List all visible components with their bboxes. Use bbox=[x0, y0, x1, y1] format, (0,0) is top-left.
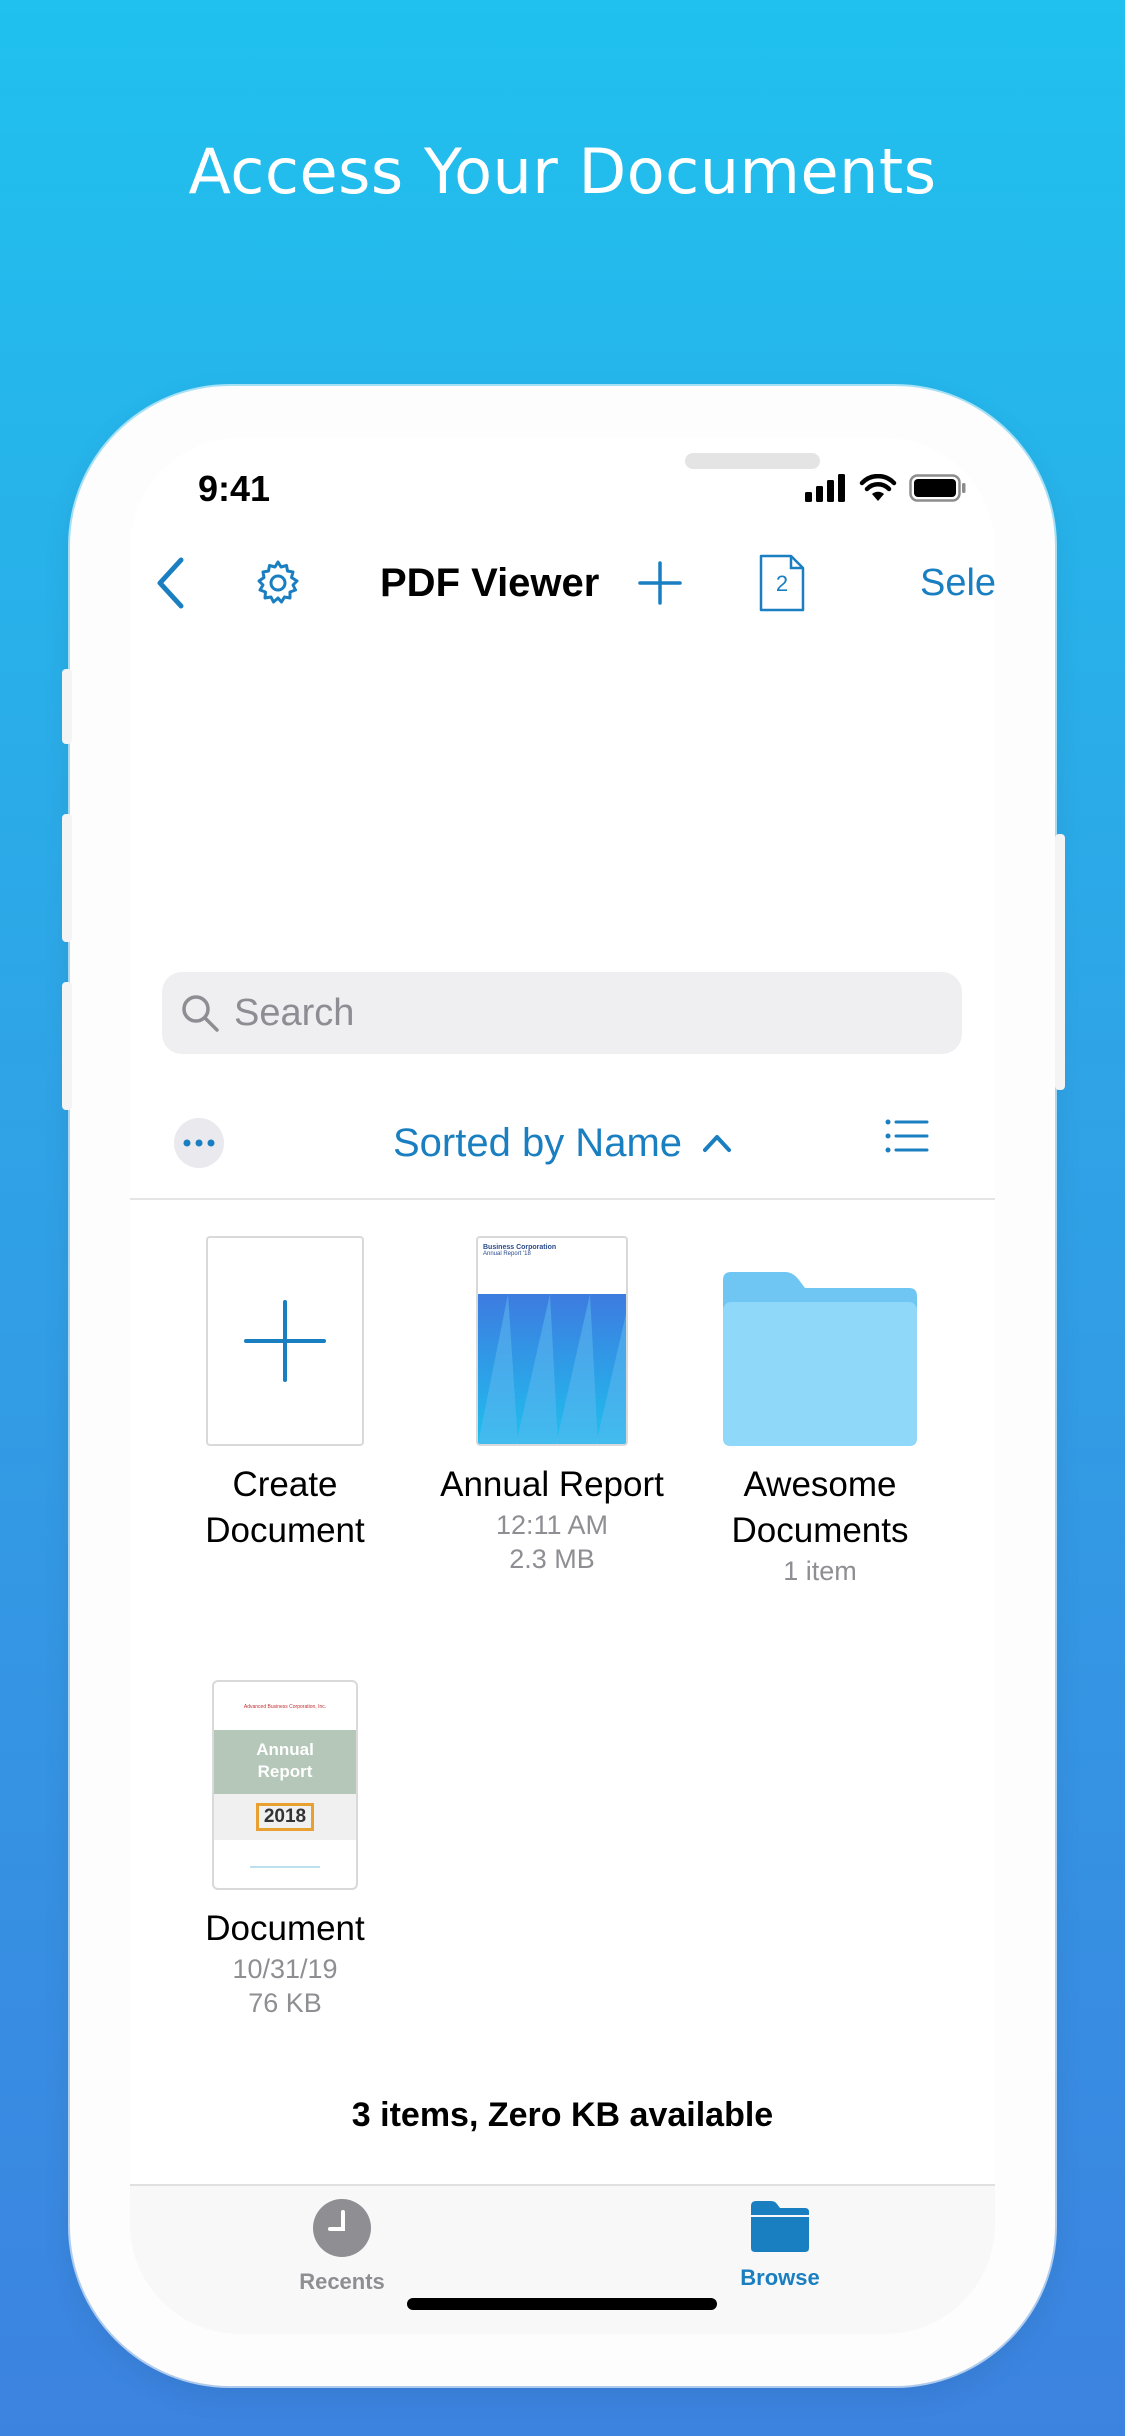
plus-icon bbox=[244, 1300, 326, 1382]
settings-button[interactable] bbox=[248, 538, 308, 628]
back-chevron-icon bbox=[157, 557, 184, 609]
back-button[interactable] bbox=[140, 538, 200, 628]
sort-bar: Sorted by Name bbox=[130, 1088, 995, 1198]
side-button-volume-up bbox=[62, 814, 72, 942]
item-size: 76 KB bbox=[248, 1988, 322, 2018]
item-count: 1 item bbox=[783, 1556, 857, 1586]
speaker bbox=[685, 453, 820, 469]
home-indicator bbox=[407, 2298, 717, 2310]
cover-title: Business Corporation bbox=[483, 1244, 557, 1251]
cover-subtitle: Annual Report '18 bbox=[483, 1251, 531, 1257]
side-button-mute bbox=[62, 669, 72, 744]
list-view-button[interactable] bbox=[885, 1118, 935, 1168]
promo-headline: Access Your Documents bbox=[188, 135, 937, 208]
search-input[interactable] bbox=[232, 990, 936, 1036]
item-name: Document bbox=[205, 1511, 365, 1550]
divider bbox=[130, 1198, 995, 1200]
annual-report-thumbnail: Business Corporation Annual Report '18 bbox=[476, 1236, 628, 1446]
create-document-thumbnail bbox=[206, 1236, 364, 1446]
cover-year: 2018 bbox=[255, 1803, 315, 1831]
folder-icon bbox=[751, 2201, 809, 2252]
item-date: 10/31/19 bbox=[232, 1954, 338, 1984]
select-button[interactable]: Select bbox=[920, 538, 995, 628]
cover-header: Advanced Business Corporation, Inc. bbox=[243, 1704, 327, 1710]
tab-recents-label: Recents bbox=[299, 2269, 385, 2294]
notch bbox=[320, 438, 820, 508]
create-document-item[interactable]: Create Document bbox=[150, 1236, 420, 1554]
sort-button[interactable]: Sorted by Name bbox=[130, 1088, 995, 1198]
wifi-icon bbox=[859, 474, 897, 501]
tabs-count: 2 bbox=[775, 571, 789, 596]
cover-artwork bbox=[478, 1294, 626, 1444]
tab-bar: Recents Browse bbox=[130, 2184, 995, 2334]
signal-icon bbox=[805, 474, 845, 502]
status-icons bbox=[805, 468, 967, 508]
cover-year-band: 2018 bbox=[214, 1794, 356, 1840]
item-name: Annual Report bbox=[440, 1465, 664, 1504]
status-time: 9:41 bbox=[198, 468, 271, 509]
search-bar bbox=[162, 972, 962, 1054]
cover-title-line1: Annual bbox=[256, 1740, 314, 1759]
plus-icon bbox=[638, 561, 682, 605]
list-view-icon bbox=[885, 1119, 929, 1153]
item-size: 2.3 MB bbox=[509, 1544, 595, 1574]
phone-frame: 9:41 PDF Viewer 2 Sele Search Sorted by … bbox=[62, 386, 1065, 2386]
phone-screen: 9:41 PDF Viewer 2 Sele Search Sorted by … bbox=[130, 438, 995, 2334]
folder-icon bbox=[723, 1272, 917, 1446]
nav-title: PDF Viewer bbox=[380, 560, 600, 605]
tabs-button[interactable]: 2 bbox=[752, 538, 812, 628]
annual-report-item[interactable]: Business Corporation Annual Report '18 A… bbox=[417, 1236, 687, 1576]
item-name: Awesome bbox=[743, 1465, 897, 1504]
item-name: Document bbox=[205, 1909, 365, 1948]
tab-browse-label: Browse bbox=[740, 2265, 820, 2290]
tab-browse[interactable]: Browse bbox=[680, 2198, 880, 2291]
gear-icon bbox=[257, 560, 299, 604]
side-button-volume-down bbox=[62, 982, 72, 1110]
navigation-bar: PDF Viewer 2 Select bbox=[130, 538, 995, 628]
document-item[interactable]: Advanced Business Corporation, Inc. Annu… bbox=[150, 1680, 420, 2020]
side-button-power bbox=[1055, 834, 1065, 1090]
tab-recents[interactable]: Recents bbox=[242, 2198, 442, 2295]
search-icon bbox=[182, 995, 219, 1032]
battery-icon bbox=[909, 474, 966, 502]
cover-footer-line bbox=[250, 1866, 320, 1868]
cover-band: Annual Report bbox=[214, 1730, 356, 1794]
clock-icon bbox=[313, 2199, 371, 2257]
awesome-documents-folder[interactable]: Awesome Documents 1 item bbox=[685, 1236, 955, 1588]
sort-label: Sorted by Name bbox=[392, 1120, 683, 1165]
item-name: Create bbox=[232, 1465, 338, 1504]
folder-thumbnail bbox=[715, 1236, 925, 1446]
item-name: Documents bbox=[731, 1511, 909, 1550]
storage-summary: 3 items, Zero KB available bbox=[351, 2096, 774, 2134]
chevron-up-icon bbox=[703, 1135, 732, 1152]
item-date: 12:11 AM bbox=[495, 1510, 609, 1540]
add-button[interactable] bbox=[630, 538, 690, 628]
cover-title-line2: Report bbox=[257, 1762, 313, 1781]
document-thumbnail: Advanced Business Corporation, Inc. Annu… bbox=[212, 1680, 358, 1890]
